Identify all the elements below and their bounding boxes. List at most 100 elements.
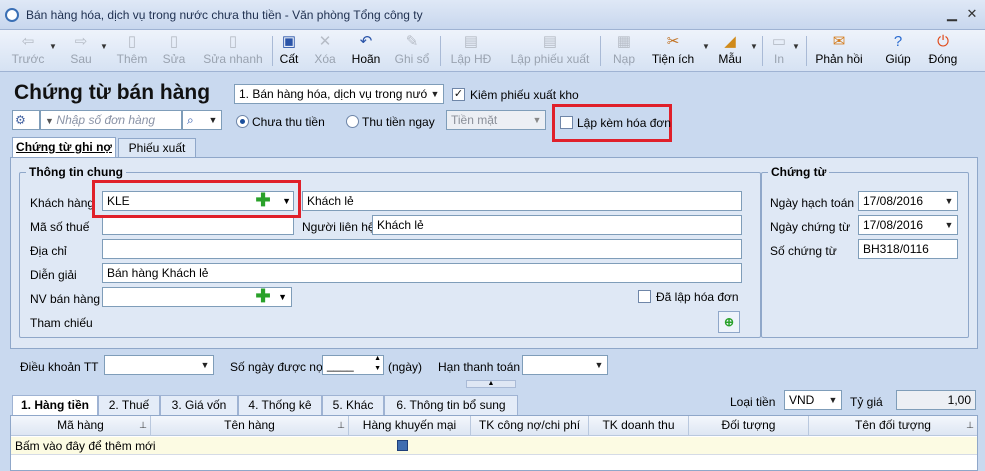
tools-icon: ✂ [666, 33, 680, 50]
main-area: Chứng từ bán hàng 1. Bán hàng hóa, dịch … [0, 72, 985, 471]
post-button[interactable]: ✎ Ghi sổ [392, 32, 432, 70]
make-slip-button[interactable]: ▤ Lập phiếu xuất [508, 32, 592, 70]
voucher-title: Chứng từ [768, 165, 830, 179]
column-header[interactable]: TK doanh thu [589, 416, 689, 436]
column-header[interactable]: Hàng khuyến mại [349, 416, 471, 436]
column-header[interactable]: Tên hàng ⊥ [151, 416, 349, 436]
column-header[interactable]: Tên đối tượng ⊥ [809, 416, 977, 436]
description-input[interactable]: Bán hàng Khách lẻ [102, 263, 742, 283]
add-reference-button[interactable]: ⊕ [718, 311, 740, 333]
title-bar: Bán hàng hóa, dịch vụ trong nước chưa th… [0, 0, 985, 30]
window-title: Bán hàng hóa, dịch vụ trong nước chưa th… [26, 8, 423, 22]
close-window-button[interactable]: ✕ [964, 6, 980, 22]
unpaid-radio[interactable] [236, 115, 249, 128]
edit-button[interactable]: ▯ Sửa [155, 32, 193, 70]
posting-date-input[interactable]: 17/08/2016 ▼ [858, 191, 958, 211]
currency-select[interactable]: VND ▼ [784, 390, 842, 410]
chevron-down-icon[interactable]: ▼ [49, 42, 57, 51]
make-invoice-button[interactable]: ▤ Lập HĐ [448, 32, 494, 70]
chevron-down-icon: ▼ [591, 356, 607, 374]
minimize-button[interactable]: ▁ [944, 6, 960, 22]
load-icon: ▦ [616, 33, 632, 50]
tab-other[interactable]: 5. Khác [322, 395, 384, 415]
pin-icon[interactable]: ⊥ [139, 416, 147, 435]
address-input[interactable] [102, 239, 742, 259]
tab-debit-voucher[interactable]: Chứng từ ghi nợ [12, 137, 116, 158]
doc-no-label: Số chứng từ [770, 244, 837, 258]
delete-button[interactable]: ✕ Xóa [310, 32, 340, 70]
tax-code-label: Mã số thuế [30, 220, 90, 234]
invoiced-checkbox[interactable] [638, 290, 651, 303]
items-grid: Mã hàng ⊥ Tên hàng ⊥ Hàng khuyến mại TK cô… [10, 415, 978, 471]
reference-label: Tham chiếu [30, 316, 93, 330]
paid-label: Thu tiền ngay [362, 115, 435, 129]
due-date-label: Hạn thanh toán [438, 360, 521, 374]
toolbar-separator [806, 36, 807, 66]
quick-edit-button[interactable]: ▯ Sửa nhanh [200, 32, 266, 70]
toolbar-separator [272, 36, 273, 66]
load-button[interactable]: ▦ Nạp [608, 32, 640, 70]
tab-goods-amount[interactable]: 1. Hàng tiền [12, 395, 98, 415]
order-search-input[interactable]: ▼ Nhập số đơn hàng [40, 110, 182, 130]
chevron-down-icon[interactable]: ▼ [100, 42, 108, 51]
toolbar-separator [762, 36, 763, 66]
power-icon: ⏻ [937, 33, 949, 50]
combine-slip-checkbox[interactable]: ✓ [452, 88, 465, 101]
tax-code-input[interactable] [102, 215, 294, 235]
doc-no-input[interactable]: BH318/0116 [858, 239, 958, 259]
add-button[interactable]: ▯ Thêm [112, 32, 152, 70]
splitter-handle[interactable]: ▲ [466, 380, 516, 388]
staff-input[interactable]: ✚ ▼ [102, 287, 292, 307]
column-header[interactable]: TK công nợ/chi phí [471, 416, 589, 436]
payment-method-select[interactable]: Tiền mặt ▼ [446, 110, 546, 130]
printer-icon: ▭ [771, 33, 787, 50]
with-invoice-checkbox[interactable] [560, 116, 573, 129]
customer-name-input[interactable]: Khách lẻ [302, 191, 742, 211]
description-label: Diễn giải [30, 268, 77, 282]
feedback-button[interactable]: ✉ Phản hồi [812, 32, 866, 70]
search-button[interactable]: ⌕ ▼ [182, 110, 222, 130]
print-button[interactable]: ▭ In [768, 32, 790, 70]
add-new-row[interactable]: Bấm vào đây để thêm mới [11, 437, 977, 455]
next-button[interactable]: ⇨ Sau [62, 32, 100, 70]
promotion-checkbox[interactable] [397, 440, 408, 451]
tab-issue-slip[interactable]: Phiếu xuất [118, 138, 196, 158]
payment-term-select[interactable]: ▼ [104, 355, 214, 375]
doc-date-input[interactable]: 17/08/2016 ▼ [858, 215, 958, 235]
pin-icon[interactable]: ⊥ [337, 416, 345, 435]
order-filter-button[interactable]: ⚙ [12, 110, 40, 130]
chevron-down-icon[interactable]: ▼ [792, 42, 800, 51]
plus-icon[interactable]: ✚ [255, 288, 271, 305]
doc-date-label: Ngày chứng từ [770, 220, 851, 234]
spinner-icon[interactable]: ▲ ▼ [374, 356, 381, 374]
voucher-group: Chứng từ Ngày hạch toán 17/08/2016 ▼ Ngà… [761, 165, 969, 338]
doc-type-select[interactable]: 1. Bán hàng hóa, dịch vụ trong nước ▼ [234, 84, 444, 104]
chevron-down-icon[interactable]: ▼ [702, 42, 710, 51]
tab-statistics[interactable]: 4. Thống kê [238, 395, 322, 415]
due-date-input[interactable]: ▼ [522, 355, 608, 375]
close-button[interactable]: ⏻ Đóng [924, 32, 962, 70]
general-info-title: Thông tin chung [26, 165, 126, 179]
chevron-down-icon[interactable]: ▼ [278, 288, 287, 306]
pencil-icon: ✎ [405, 33, 419, 50]
undo-button[interactable]: ↶ Hoãn [348, 32, 384, 70]
column-header[interactable]: Đối tượng [689, 416, 809, 436]
chevron-down-icon[interactable]: ▼ [750, 42, 758, 51]
search-plus-icon: ⊕ [723, 315, 735, 329]
column-header[interactable]: Mã hàng ⊥ [11, 416, 151, 436]
save-button[interactable]: ▣ Cất [276, 32, 302, 70]
exchange-rate-input[interactable]: 1,00 [896, 390, 976, 410]
tab-additional-info[interactable]: 6. Thông tin bổ sung [384, 395, 518, 415]
tab-cost-price[interactable]: 3. Giá vốn [160, 395, 238, 415]
template-button[interactable]: ◢ Mẫu [714, 32, 746, 70]
chevron-down-icon: ▼ [427, 85, 443, 103]
pin-icon[interactable]: ⊥ [966, 416, 974, 435]
contact-input[interactable]: Khách lẻ [372, 215, 742, 235]
utility-button[interactable]: ✂ Tiện ích [648, 32, 698, 70]
back-button[interactable]: ⇦ Trước [6, 32, 50, 70]
help-button[interactable]: ? Giúp [882, 32, 914, 70]
paid-radio[interactable] [346, 115, 359, 128]
chevron-down-icon: ▼ [941, 192, 957, 210]
tab-tax[interactable]: 2. Thuế [98, 395, 160, 415]
credit-days-input[interactable]: ____ ▲ ▼ [322, 355, 384, 375]
